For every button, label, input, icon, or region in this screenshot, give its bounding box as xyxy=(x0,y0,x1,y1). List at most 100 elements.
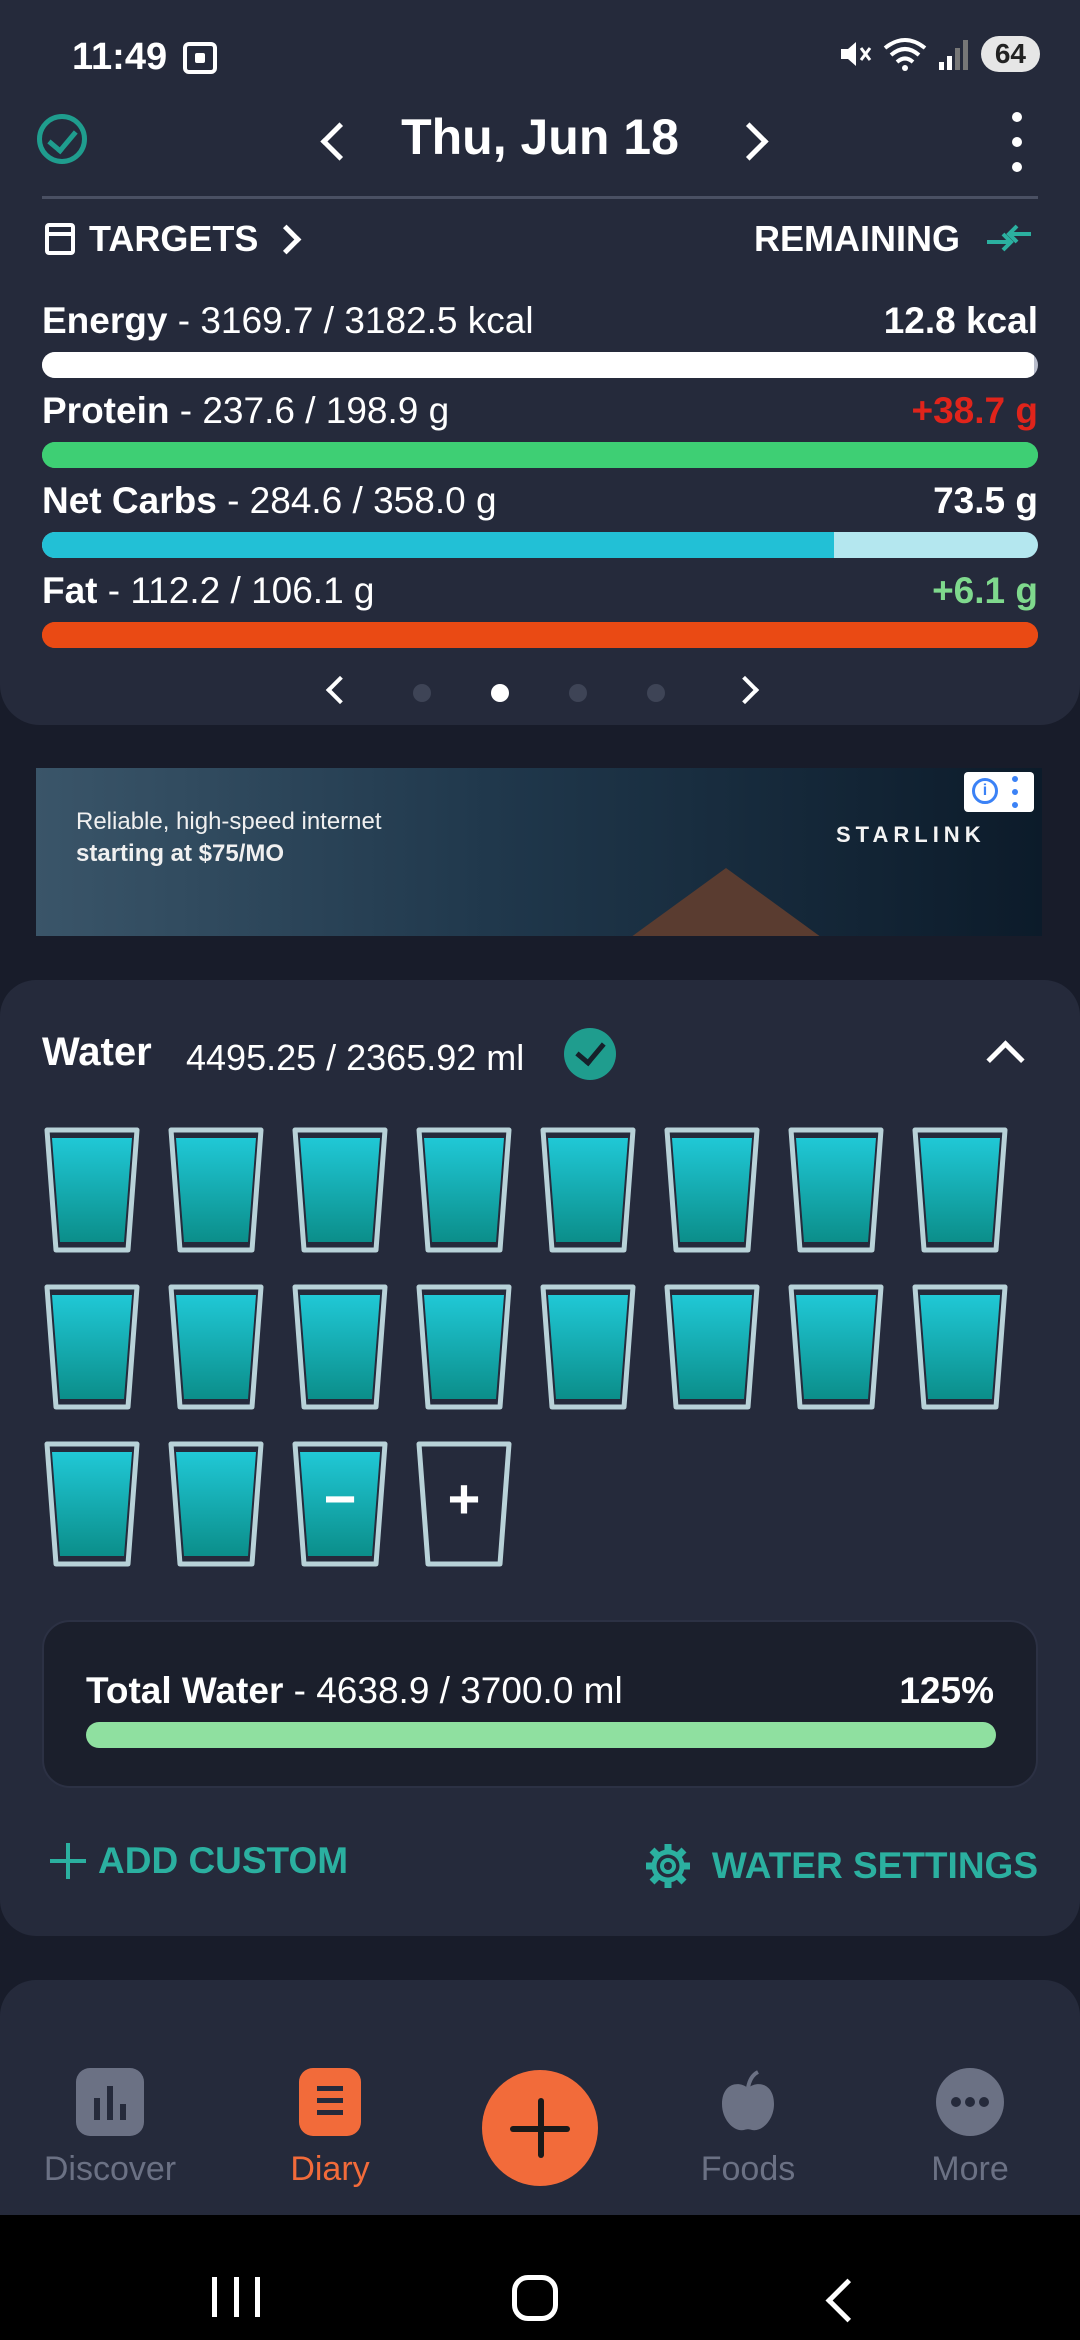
screen-record-icon xyxy=(183,42,217,74)
chevron-right-icon xyxy=(730,122,769,161)
water-glass-icon[interactable] xyxy=(166,1124,266,1259)
water-glass-icon[interactable] xyxy=(786,1124,886,1259)
nutrient-progress-bar xyxy=(42,352,1038,378)
ad-text: Reliable, high-speed internet starting a… xyxy=(76,806,382,870)
pager-dot[interactable] xyxy=(569,684,587,702)
ad-line-1: Reliable, high-speed internet xyxy=(76,808,382,835)
pager-dot[interactable] xyxy=(413,684,431,702)
next-day-button[interactable] xyxy=(730,110,780,170)
water-glass-icon[interactable] xyxy=(414,1124,514,1259)
water-glass-icon[interactable] xyxy=(910,1281,1010,1416)
water-glass-icon[interactable] xyxy=(662,1281,762,1416)
total-water-percent: 125% xyxy=(899,1670,994,1711)
ad-line-2: starting at $75/MO xyxy=(76,840,285,867)
water-glass-icon[interactable] xyxy=(290,1124,390,1259)
date-title[interactable]: Thu, Jun 18 xyxy=(360,108,720,166)
signal-icon xyxy=(938,40,968,70)
chevron-right-icon xyxy=(271,224,302,254)
swap-arrows-icon[interactable] xyxy=(985,222,1033,256)
chevron-left-icon xyxy=(320,122,359,161)
plus-icon: + xyxy=(447,1466,481,1530)
ad-banner[interactable]: Reliable, high-speed internet starting a… xyxy=(36,768,1042,936)
nutrient-progress-fill xyxy=(42,622,1038,648)
calendar-icon xyxy=(45,223,75,255)
remaining-label[interactable]: REMAINING xyxy=(754,218,960,260)
nutrient-row[interactable]: Fat - 112.2 / 106.1 g +6.1 g xyxy=(42,570,1038,648)
nav-label: Discover xyxy=(43,2150,177,2188)
targets-label: TARGETS xyxy=(89,218,259,259)
water-glass-icon[interactable] xyxy=(42,1438,142,1573)
water-glass-icon[interactable] xyxy=(166,1438,266,1573)
nutrient-row[interactable]: Protein - 237.6 / 198.9 g +38.7 g xyxy=(42,390,1038,468)
water-glass-icon[interactable] xyxy=(910,1124,1010,1259)
water-glass-icon[interactable] xyxy=(538,1124,638,1259)
header-divider xyxy=(42,196,1038,199)
previous-day-button[interactable] xyxy=(310,110,360,170)
nav-discover[interactable]: Discover xyxy=(20,2068,200,2189)
targets-pager xyxy=(0,670,1080,714)
pager-next-icon[interactable] xyxy=(730,675,760,705)
nutrient-remaining: 73.5 g xyxy=(933,480,1038,521)
nav-more[interactable]: More xyxy=(880,2068,1060,2189)
bottom-navigation: Discover Diary Foods More xyxy=(0,2040,1080,2215)
nutrient-progress-fill xyxy=(42,532,834,558)
remove-water-glass-button[interactable]: − xyxy=(290,1438,390,1573)
nav-diary[interactable]: Diary xyxy=(240,2068,420,2189)
diary-icon xyxy=(299,2068,361,2136)
home-button[interactable] xyxy=(512,2275,558,2321)
nav-foods[interactable]: Foods xyxy=(658,2068,838,2189)
status-icons: 64 xyxy=(837,36,1040,72)
wifi-icon xyxy=(883,38,927,71)
water-settings-label: WATER SETTINGS xyxy=(711,1845,1038,1886)
water-glass-icon[interactable] xyxy=(290,1281,390,1416)
system-navigation-bar xyxy=(0,2215,1080,2340)
battery-indicator: 64 xyxy=(980,36,1040,72)
nutrient-progress-fill xyxy=(42,442,1038,468)
more-icon xyxy=(936,2068,1004,2136)
total-water-label: Total Water - 4638.9 / 3700.0 ml xyxy=(86,1670,623,1711)
add-custom-button[interactable]: ADD CUSTOM xyxy=(50,1840,348,1882)
more-options-icon[interactable] xyxy=(1005,112,1029,172)
nutrient-label: Fat - 112.2 / 106.1 g xyxy=(42,570,375,611)
total-water-bar xyxy=(86,1722,996,1748)
nutrient-label: Net Carbs - 284.6 / 358.0 g xyxy=(42,480,497,521)
water-glass-icon[interactable] xyxy=(42,1124,142,1259)
pager-prev-icon[interactable] xyxy=(325,675,355,705)
pager-dot[interactable] xyxy=(491,684,509,702)
chart-icon xyxy=(76,2068,144,2136)
water-amount: 4495.25 / 2365.92 ml xyxy=(186,1037,525,1078)
gear-icon xyxy=(645,1844,690,1888)
status-bar: 11:49 64 xyxy=(0,0,1080,110)
pager-dot[interactable] xyxy=(647,684,665,702)
nutrient-remaining: 12.8 kcal xyxy=(883,300,1038,341)
ad-image-roof xyxy=(616,868,836,936)
nutrient-progress-bar xyxy=(42,622,1038,648)
ad-info-icon[interactable]: i xyxy=(964,772,1034,812)
add-entry-button[interactable] xyxy=(482,2070,598,2186)
back-button[interactable] xyxy=(825,2278,870,2323)
nav-label: Foods xyxy=(700,2150,796,2188)
apple-icon xyxy=(714,2068,782,2136)
nutrient-progress-fill xyxy=(42,352,1035,378)
water-glass-icon[interactable] xyxy=(166,1281,266,1416)
water-glass-icon[interactable] xyxy=(662,1124,762,1259)
nutrient-row[interactable]: Energy - 3169.7 / 3182.5 kcal 12.8 kcal xyxy=(42,300,1038,378)
water-glass-icon[interactable] xyxy=(414,1281,514,1416)
add-water-glass-button[interactable]: + xyxy=(414,1438,514,1573)
recent-apps-button[interactable] xyxy=(212,2277,260,2317)
nutrient-progress-bar xyxy=(42,532,1038,558)
water-glass-icon[interactable] xyxy=(42,1281,142,1416)
water-glass-icon[interactable] xyxy=(538,1281,638,1416)
nutrient-progress-bar xyxy=(42,442,1038,468)
total-water-card: Total Water - 4638.9 / 3700.0 ml 125% xyxy=(42,1620,1038,1788)
ad-brand: STARLINK xyxy=(836,822,986,847)
targets-button[interactable]: TARGETS xyxy=(45,218,302,260)
status-time: 11:49 xyxy=(72,36,168,78)
water-settings-button[interactable]: WATER SETTINGS xyxy=(642,1840,1038,1892)
plus-icon xyxy=(50,1843,86,1879)
day-complete-icon[interactable] xyxy=(37,114,87,164)
nutrient-row[interactable]: Net Carbs - 284.6 / 358.0 g 73.5 g xyxy=(42,480,1038,558)
nutrient-remaining: +6.1 g xyxy=(932,570,1038,611)
water-title: Water xyxy=(42,1030,152,1074)
water-glass-icon[interactable] xyxy=(786,1281,886,1416)
